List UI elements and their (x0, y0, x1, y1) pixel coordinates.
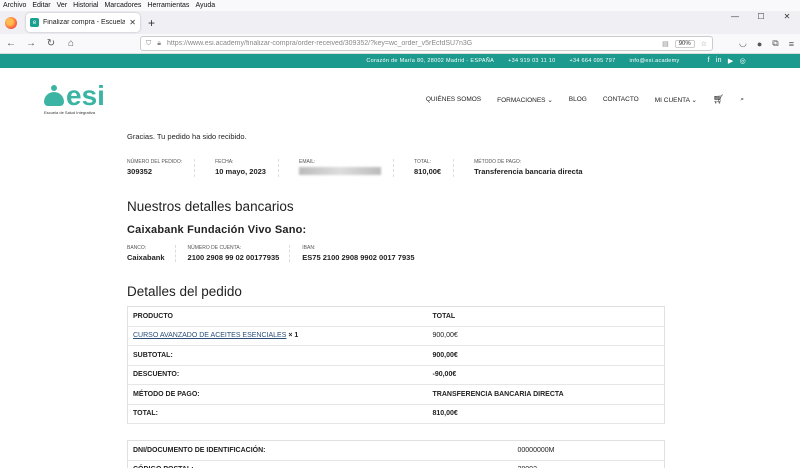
firefox-icon[interactable] (5, 16, 17, 29)
table-row: SUBTOTAL: 900,00€ (127, 345, 665, 366)
tab-strip: e Finalizar compra - Escuela Salud ✕ + —… (0, 11, 800, 34)
menu-ver[interactable]: Ver (57, 0, 68, 11)
table-row: DESCUENTO: -90,00€ (127, 365, 665, 385)
browser-toolbar: ← → ↻ ⌂ ⛉ 🔒︎ https://www.esi.academy/fin… (0, 34, 800, 54)
topbar-address: Corazón de María 80, 28002 Madrid - ESPA… (366, 58, 495, 64)
cart-icon[interactable]: 🛒︎ (713, 94, 724, 105)
col-producto: PRODUCTO (127, 306, 428, 327)
topbar-email[interactable]: info@esi.academy (629, 58, 679, 64)
product-qty: × 1 (288, 332, 299, 340)
topbar-phone-1[interactable]: +34 919 03 11 10 (508, 58, 555, 64)
facebook-icon[interactable]: f (708, 57, 710, 65)
menu-ayuda[interactable]: Ayuda (195, 0, 215, 11)
logo-text: esi (66, 80, 105, 111)
site-favicon-icon: e (30, 18, 39, 27)
window-controls: — ☐ ✕ (722, 11, 800, 22)
nav-quienes-somos[interactable]: QUIÉNES SOMOS (426, 96, 481, 103)
bank-account-number: NÚMERO DE CUENTA: 2100 2908 99 02 001779… (188, 245, 291, 262)
overview-total: TOTAL: 810,00€ (414, 159, 455, 177)
menu-editar[interactable]: Editar (32, 0, 50, 11)
nav-formaciones[interactable]: FORMACIONES ⌄ (497, 96, 553, 104)
close-window-icon[interactable]: ✕ (774, 11, 800, 22)
search-icon[interactable]: ⌕ (740, 96, 744, 104)
col-total: TOTAL (427, 306, 665, 327)
overview-email: EMAIL: (298, 159, 394, 177)
new-tab-icon[interactable]: + (148, 16, 155, 30)
bank-iban: IBAN: ES75 2100 2908 9902 0017 7935 (302, 245, 415, 262)
bank-details-title: Nuestros detalles bancarios (127, 199, 294, 214)
menu-icon[interactable]: ≡ (789, 39, 794, 49)
pocket-icon[interactable]: ◡ (739, 38, 747, 49)
site-header: esi Escuela de Salud Integrativa QUIÉNES… (0, 68, 800, 130)
topbar-phone-2[interactable]: +34 664 095 797 (569, 58, 615, 64)
home-icon[interactable]: ⌂ (66, 38, 76, 49)
site-topbar: Corazón de María 80, 28002 Madrid - ESPA… (0, 54, 800, 68)
account-icon[interactable]: ● (757, 39, 762, 49)
order-details-table: PRODUCTO TOTAL CURSO AVANZADO DE ACEITES… (127, 306, 665, 424)
customer-fields-table: DNI/DOCUMENTO DE IDENTIFICACIÓN: 0000000… (127, 440, 665, 468)
table-row: DNI/DOCUMENTO DE IDENTIFICACIÓN: 0000000… (127, 440, 665, 461)
address-bar[interactable]: ⛉ 🔒︎ https://www.esi.academy/finalizar-c… (140, 36, 713, 51)
menu-archivo[interactable]: Archivo (3, 0, 26, 11)
bank-name: BANCO: Caixabank (127, 245, 176, 262)
youtube-icon[interactable]: ▶ (728, 57, 734, 65)
reload-icon[interactable]: ↻ (46, 38, 56, 49)
table-row: CÓDIGO POSTAL: 28002 (127, 460, 665, 468)
nav-mi-cuenta[interactable]: MI CUENTA ⌄ (655, 96, 697, 104)
bank-details: BANCO: Caixabank NÚMERO DE CUENTA: 2100 … (127, 245, 665, 262)
maximize-icon[interactable]: ☐ (748, 11, 774, 22)
logo-subtitle: Escuela de Salud Integrativa (44, 110, 95, 115)
menu-historial[interactable]: Historial (73, 0, 98, 11)
shield-icon[interactable]: ⛉ (146, 40, 151, 48)
browser-tab[interactable]: e Finalizar compra - Escuela Salud ✕ (26, 13, 140, 32)
tab-title: Finalizar compra - Escuela Salud (43, 19, 126, 26)
menu-herramientas[interactable]: Herramientas (147, 0, 189, 11)
table-row: TOTAL: 810,00€ (127, 404, 665, 424)
product-total: 900,00€ (427, 326, 665, 346)
order-content: Gracias. Tu pedido ha sido recibido. NÚM… (0, 132, 800, 468)
forward-icon[interactable]: → (26, 38, 36, 49)
site-logo[interactable]: esi Escuela de Salud Integrativa (44, 80, 105, 115)
zoom-level[interactable]: 90% (674, 39, 695, 48)
close-tab-icon[interactable]: ✕ (129, 18, 136, 27)
nav-contacto[interactable]: CONTACTO (603, 96, 639, 103)
menu-bar: Archivo Editar Ver Historial Marcadores … (0, 0, 800, 11)
logo-figure-icon (44, 85, 64, 107)
overview-date: FECHA: 10 mayo, 2023 (215, 159, 279, 177)
reader-view-icon[interactable]: ▤ (662, 40, 669, 48)
instagram-icon[interactable]: ◎ (740, 57, 746, 65)
overview-payment-method: MÉTODO DE PAGO: Transferencia bancaria d… (474, 159, 583, 176)
menu-marcadores[interactable]: Marcadores (104, 0, 141, 11)
overview-order-number: NÚMERO DEL PEDIDO: 309352 (127, 159, 196, 177)
table-row: CURSO AVANZADO DE ACEITES ESENCIALES × 1… (127, 326, 665, 346)
extensions-icon[interactable]: ⧉ (772, 38, 778, 49)
order-overview: NÚMERO DEL PEDIDO: 309352 FECHA: 10 mayo… (127, 159, 665, 177)
order-received-notice: Gracias. Tu pedido ha sido recibido. (127, 132, 247, 141)
main-nav: QUIÉNES SOMOS FORMACIONES ⌄ BLOG CONTACT… (426, 94, 744, 105)
product-link[interactable]: CURSO AVANZADO DE ACEITES ESENCIALES (133, 332, 286, 339)
table-row: MÉTODO DE PAGO: TRANSFERENCIA BANCARIA D… (127, 384, 665, 405)
nav-blog[interactable]: BLOG (569, 96, 587, 103)
linkedin-icon[interactable]: in (716, 57, 722, 65)
back-icon[interactable]: ← (6, 38, 16, 49)
bank-account-name: Caixabank Fundación Vivo Sano: (127, 224, 307, 236)
bookmark-star-icon[interactable]: ☆ (701, 40, 707, 48)
url-text[interactable]: https://www.esi.academy/finalizar-compra… (167, 40, 656, 47)
social-links: f in ▶ ◎ (708, 57, 746, 65)
minimize-icon[interactable]: — (722, 11, 748, 22)
blurred-email (298, 167, 381, 175)
lock-icon[interactable]: 🔒︎ (157, 40, 161, 48)
table-header-row: PRODUCTO TOTAL (127, 306, 665, 327)
order-details-title: Detalles del pedido (127, 284, 242, 299)
